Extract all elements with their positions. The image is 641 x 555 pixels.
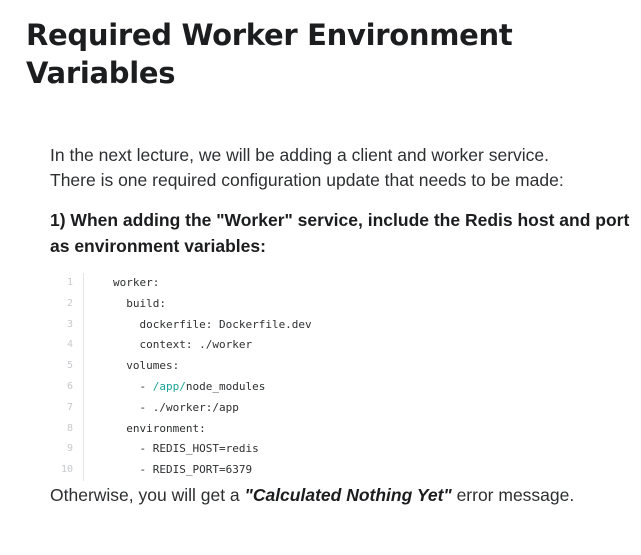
line-number: 10: [50, 460, 84, 481]
intro-paragraph: In the next lecture, we will be adding a…: [50, 143, 630, 193]
line-number: 6: [50, 376, 84, 398]
outro-text-after: error message.: [451, 485, 575, 505]
code-text: worker:: [113, 276, 160, 289]
line-number: 1: [50, 273, 84, 294]
step-instruction: 1) When adding the "Worker" service, inc…: [50, 210, 630, 256]
code-text: - /app/node_modules: [84, 377, 265, 398]
code-line: 9 - REDIS_HOST=redis: [50, 439, 610, 461]
code-line: 6 - /app/node_modules: [50, 376, 610, 398]
outro-paragraph: Otherwise, you will get a "Calculated No…: [50, 483, 630, 507]
code-line: 5 volumes:: [50, 356, 610, 377]
page-title: Required Worker Environment Variables: [26, 18, 513, 90]
line-number: 3: [50, 314, 84, 336]
code-line: 2 build:: [50, 293, 610, 315]
code-suffix: node_modules: [185, 379, 266, 393]
code-line: 4 context: ./worker: [50, 335, 610, 357]
line-number: 9: [50, 439, 84, 461]
intro-line-1: In the next lecture, we will be adding a…: [50, 145, 550, 165]
code-line: 10 - REDIS_PORT=6379: [50, 460, 610, 481]
code-line: 8 environment:: [50, 418, 610, 440]
code-block: 1 worker: 2 build: 3 dockerfile: Dockerf…: [50, 273, 610, 481]
line-number: 2: [50, 293, 84, 315]
code-path-highlight: /app/: [152, 379, 186, 393]
code-text: volumes:: [113, 359, 180, 373]
code-text: dockerfile: Dockerfile.dev: [113, 317, 312, 331]
code-text: context: ./worker: [113, 338, 253, 352]
error-message-emphasis: "Calculated Nothing Yet": [244, 485, 452, 505]
line-number: 7: [50, 397, 84, 419]
code-text: - ./worker:/app: [113, 400, 239, 414]
code-line: 1 worker:: [50, 273, 610, 294]
code-line: 7 - ./worker:/app: [50, 397, 610, 419]
code-text: build:: [113, 296, 166, 310]
code-text: - REDIS_HOST=redis: [113, 442, 259, 456]
code-text: environment:: [113, 421, 206, 435]
line-number: 4: [50, 335, 84, 357]
code-line: 3 dockerfile: Dockerfile.dev: [50, 314, 610, 336]
outro-text-before: Otherwise, you will get a: [50, 485, 245, 505]
code-prefix: -: [113, 379, 153, 393]
code-text: - REDIS_PORT=6379: [113, 463, 253, 477]
line-number: 8: [50, 418, 84, 440]
line-number: 5: [50, 356, 84, 377]
intro-line-2: There is one required configuration upda…: [50, 170, 564, 190]
